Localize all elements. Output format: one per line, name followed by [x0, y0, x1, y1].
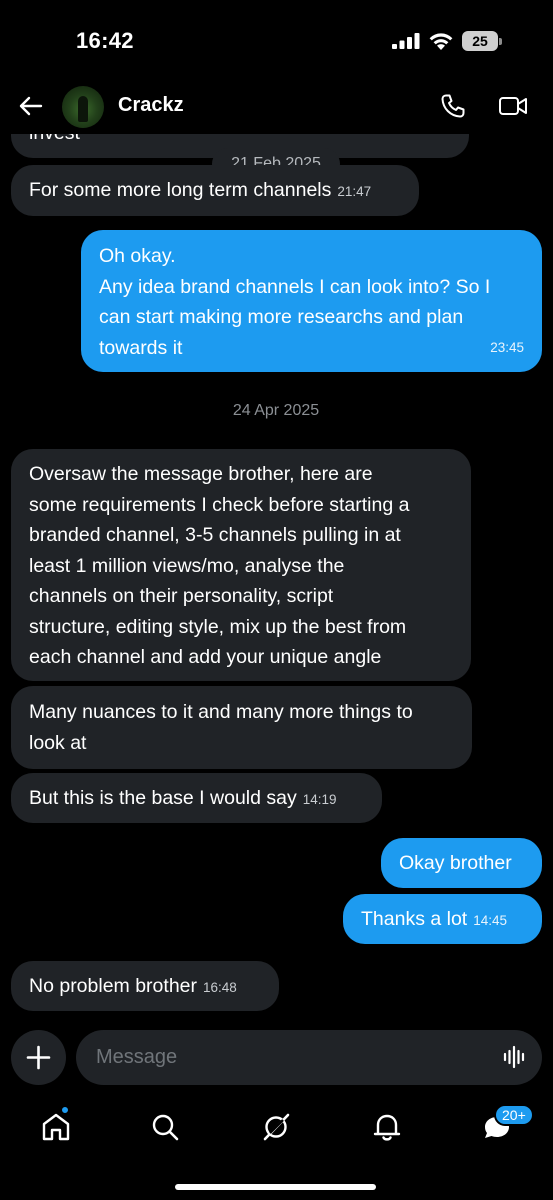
- message-text: No problem brother: [29, 975, 197, 997]
- message-line: structure, editing style, mix up the bes…: [29, 615, 407, 638]
- message-line: towards it: [99, 336, 183, 359]
- message-line: each channel and add your unique angle: [29, 646, 382, 668]
- date-separator: 24 Apr 2025: [232, 402, 320, 419]
- message-line: branded channel, 3-5 channels pulling in…: [29, 524, 401, 546]
- message-line: look at: [29, 731, 87, 754]
- message-time: 21:47: [337, 184, 372, 199]
- message-bubble-outgoing[interactable]: Thanks a lot 14:45: [343, 894, 542, 944]
- message-line: some requirements I check before startin…: [29, 493, 410, 516]
- arrow-left-icon[interactable]: [16, 92, 44, 120]
- message-line: Many nuances to it and many more things …: [29, 701, 413, 723]
- message-input[interactable]: [96, 1030, 476, 1085]
- message-bubble[interactable]: But this is the base I would say 14:19: [11, 773, 382, 823]
- messages-badge: 20+: [494, 1104, 534, 1126]
- voice-wave-icon[interactable]: [502, 1044, 528, 1070]
- composer: [0, 1030, 553, 1090]
- message-text: For some more long term channels: [29, 179, 332, 201]
- message-time: 23:45: [490, 339, 524, 355]
- phone-icon[interactable]: [440, 93, 466, 119]
- message-bubble[interactable]: Many nuances to it and many more things …: [11, 686, 472, 769]
- message-bubble-outgoing[interactable]: Oh okay. Any idea brand channels I can l…: [81, 230, 542, 372]
- notification-dot: [60, 1105, 70, 1115]
- contact-name[interactable]: Crackz: [118, 94, 184, 117]
- search-icon[interactable]: [148, 1110, 182, 1144]
- message-bubble[interactable]: No problem brother 16:48: [11, 961, 279, 1011]
- message-line: channels on their personality, script: [29, 585, 334, 607]
- message-line: Oh okay.: [99, 245, 176, 267]
- message-text: But this is the base I would say: [29, 787, 297, 809]
- message-text: Thanks a lot: [361, 908, 468, 930]
- message-text: Okay brother: [399, 852, 512, 874]
- avatar[interactable]: [62, 86, 104, 128]
- video-camera-icon[interactable]: [498, 94, 528, 118]
- message-time: 14:45: [473, 913, 508, 928]
- message-bubble[interactable]: Oversaw the message brother, here are so…: [11, 449, 471, 681]
- home-indicator[interactable]: [175, 1184, 376, 1190]
- message-line: can start making more researchs and plan: [99, 306, 464, 328]
- message-bubble[interactable]: For some more long term channels 21:47: [11, 165, 419, 216]
- bell-icon[interactable]: [370, 1110, 404, 1144]
- plus-icon: [26, 1045, 51, 1070]
- home-icon[interactable]: [39, 1110, 73, 1144]
- message-line: Oversaw the message brother, here are: [29, 463, 373, 485]
- message-input-container[interactable]: [76, 1030, 542, 1085]
- chat-header: Crackz: [0, 80, 553, 134]
- message-line: Any idea brand channels I can look into?…: [99, 275, 491, 298]
- message-thread[interactable]: invest 21 Feb 2025 For some more long te…: [0, 0, 553, 1030]
- message-time: 14:19: [302, 792, 337, 807]
- add-attachment-button[interactable]: [11, 1030, 66, 1085]
- message-line: least 1 million views/mo, analyse the: [29, 554, 345, 577]
- grok-icon[interactable]: [259, 1110, 293, 1144]
- message-bubble-outgoing[interactable]: Okay brother: [381, 838, 542, 888]
- message-time: 16:48: [203, 980, 237, 995]
